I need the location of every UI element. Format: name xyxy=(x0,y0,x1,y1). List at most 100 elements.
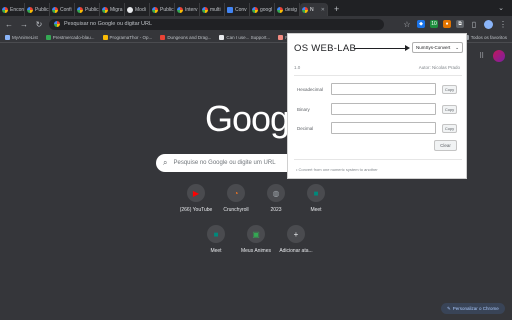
binary-row: Binary Copy xyxy=(297,103,460,115)
bookmark-item[interactable]: MyAnimeList xyxy=(5,34,38,40)
omnibox-placeholder: Pesquisar no Google ou digitar URL xyxy=(64,21,153,27)
forward-icon[interactable]: → xyxy=(19,20,29,29)
meet-icon: ■ xyxy=(307,184,325,202)
google-favicon-icon xyxy=(302,6,308,13)
bookmark-icon xyxy=(278,34,284,40)
shortcut-label: Meus Animes xyxy=(240,248,271,254)
shortcut-tile[interactable]: ◍ 2023 xyxy=(254,184,298,213)
tab-search-icon[interactable]: ⌄ xyxy=(498,4,504,12)
crunchyroll-icon: ◔ xyxy=(227,184,245,202)
shortcut-label: Crunchyroll xyxy=(223,207,249,213)
shortcut-label: Meet xyxy=(310,207,322,213)
toolbar-actions: ☆ ◆ 10 ● ⧉ ▯ ⋮ xyxy=(402,19,508,29)
tab[interactable]: Public xyxy=(150,3,175,16)
divider xyxy=(294,159,462,160)
google-favicon-icon xyxy=(27,6,33,13)
youtube-icon: ▶ xyxy=(187,184,205,202)
reload-icon[interactable]: ↻ xyxy=(34,20,44,29)
google-icon xyxy=(54,21,60,27)
decimal-input[interactable] xyxy=(331,122,436,134)
tab-label: Migra xyxy=(110,6,123,13)
tab[interactable]: Conv xyxy=(225,3,250,16)
all-bookmarks-label: Todos os favoritos xyxy=(470,34,507,40)
tab-active[interactable]: N ✕ xyxy=(300,3,328,16)
shortcut-label: Adicionar ata... xyxy=(279,248,313,254)
field-label: Hexadecimal xyxy=(297,86,324,92)
google-favicon-icon xyxy=(202,6,208,13)
tab-label: Public xyxy=(160,6,174,13)
google-favicon-icon xyxy=(102,6,108,13)
tab[interactable]: googl xyxy=(250,3,275,16)
shortcut-tile[interactable]: ■ Meet xyxy=(294,184,338,213)
close-tab-icon[interactable]: ✕ xyxy=(321,7,325,13)
bookmark-icon xyxy=(102,34,108,40)
back-icon[interactable]: ← xyxy=(4,20,14,29)
bookmark-label: ProgramaThor - Op... xyxy=(109,34,153,40)
bookmark-item[interactable]: Prestmercado-blau... xyxy=(45,34,95,40)
bookmark-item[interactable]: Dungeons and Drag... xyxy=(160,34,211,40)
shortcut-tile[interactable]: ■ Meet xyxy=(194,225,238,254)
tab-label: Encon xyxy=(10,6,25,13)
tab-strip: Encon Public Confi Public Migra Modi Pub… xyxy=(0,0,512,16)
copy-button[interactable]: Copy xyxy=(442,104,457,114)
google-favicon-icon xyxy=(77,6,83,13)
tab[interactable]: Modi xyxy=(125,3,150,16)
bookmark-icon xyxy=(219,34,225,40)
sidebar-icon[interactable]: ▯ xyxy=(469,20,479,29)
hexadecimal-row: Hexadecimal Copy xyxy=(297,83,460,95)
extension-badge[interactable]: 10 xyxy=(430,20,438,28)
tab[interactable]: Public xyxy=(75,3,100,16)
apps-grid-icon[interactable]: ⠿ xyxy=(479,52,484,60)
all-bookmarks[interactable]: Todos os favoritos xyxy=(463,34,507,40)
new-tab-button[interactable]: + xyxy=(334,4,339,14)
search-placeholder: Pesquise no Google ou digite um URL xyxy=(173,160,276,166)
customize-chrome-button[interactable]: ✎ Personalizar o Chrome xyxy=(441,303,505,314)
shortcut-label: Meet xyxy=(210,248,222,254)
kebab-menu-icon[interactable]: ⋮ xyxy=(498,20,508,29)
version-label: 1.0 xyxy=(294,65,301,70)
omnibox[interactable]: Pesquisar no Google ou digitar URL xyxy=(49,18,384,30)
tab[interactable]: desig xyxy=(275,3,300,16)
tab-label: multi xyxy=(210,6,221,13)
tab[interactable]: multi xyxy=(200,3,225,16)
account-avatar[interactable] xyxy=(493,50,505,62)
tab-label: Public xyxy=(85,6,99,13)
google-favicon-icon xyxy=(2,6,8,13)
bookmark-star-icon[interactable]: ☆ xyxy=(402,20,412,29)
tab[interactable]: Public xyxy=(25,3,50,16)
arrow-line xyxy=(354,48,406,49)
puzzle-extensions-icon[interactable]: ⧉ xyxy=(456,20,464,28)
copy-button[interactable]: Copy xyxy=(442,123,457,133)
copy-button[interactable]: Copy xyxy=(442,84,457,94)
hexadecimal-input[interactable] xyxy=(331,83,436,95)
shortcut-tile[interactable]: ▣ Meus Animes xyxy=(234,225,278,254)
shield-extension-icon[interactable]: ◆ xyxy=(417,20,425,28)
tab[interactable]: Encon xyxy=(0,3,25,16)
chevron-down-icon: ⌄ xyxy=(455,44,459,50)
tab[interactable]: Interv xyxy=(175,3,200,16)
customize-label: Personalizar o Chrome xyxy=(452,306,499,311)
clear-button[interactable]: Clear xyxy=(434,140,457,151)
github-favicon-icon xyxy=(127,6,133,13)
tab-label: Conv xyxy=(235,6,247,13)
google-favicon-icon xyxy=(277,6,283,13)
google-favicon-icon xyxy=(177,6,183,13)
shortcut-tile[interactable]: ▶ (266) YouTube xyxy=(174,184,218,213)
add-shortcut-tile[interactable]: + Adicionar ata... xyxy=(274,225,318,254)
google-favicon-icon xyxy=(52,6,58,13)
extension-popup: OS WEB-LAB NumSys-Convert ⌄ 1.0 Autor: N… xyxy=(287,33,467,179)
divider xyxy=(294,75,462,76)
google-favicon-icon xyxy=(152,6,158,13)
shortcut-tile[interactable]: ◔ Crunchyroll xyxy=(214,184,258,213)
toolbar: ← → ↻ Pesquisar no Google ou digitar URL… xyxy=(0,16,512,32)
popup-note: • Convert from one numeric system to ano… xyxy=(296,167,378,172)
tab[interactable]: Migra xyxy=(100,3,125,16)
converter-select[interactable]: NumSys-Convert ⌄ xyxy=(412,42,463,53)
binary-input[interactable] xyxy=(331,103,436,115)
tab[interactable]: Confi xyxy=(50,3,75,16)
extension-icon[interactable]: ● xyxy=(443,20,451,28)
decimal-row: Decimal Copy xyxy=(297,122,460,134)
bookmark-item[interactable]: Can I use... Support... xyxy=(219,34,270,40)
profile-avatar[interactable] xyxy=(484,19,493,29)
bookmark-item[interactable]: ProgramaThor - Op... xyxy=(102,34,153,40)
